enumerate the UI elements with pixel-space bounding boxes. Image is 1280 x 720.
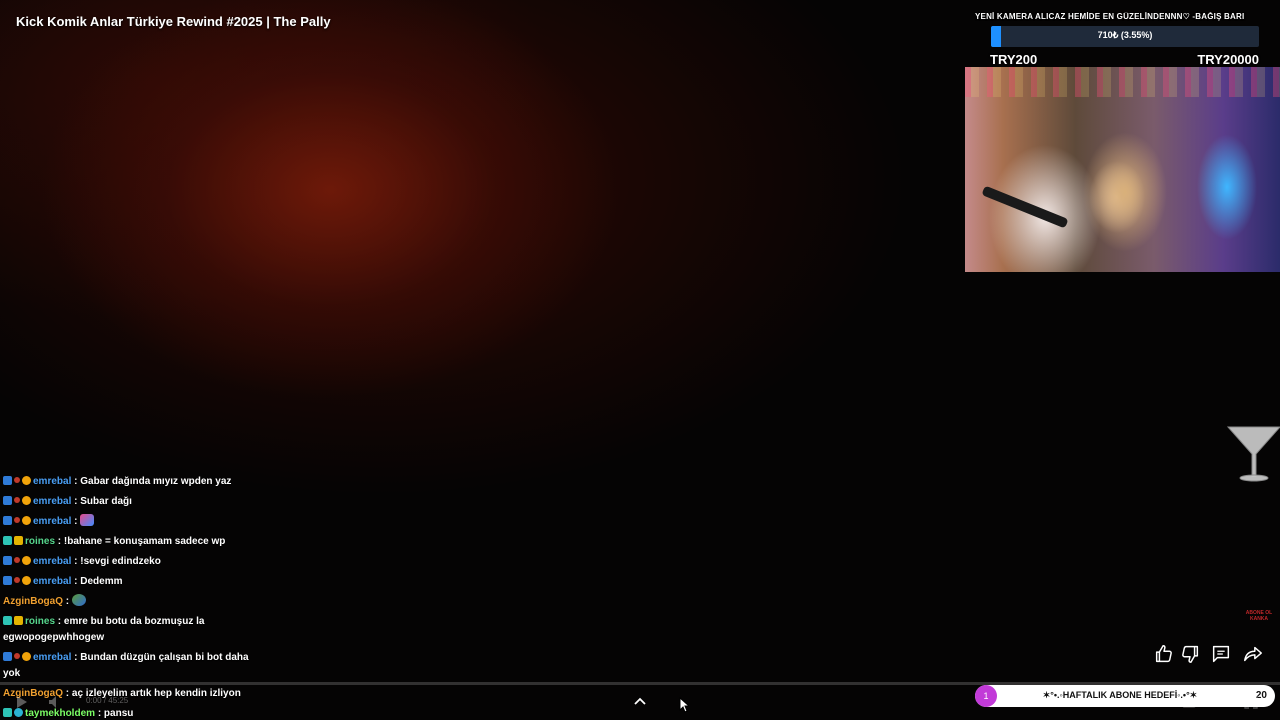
donation-goal-title: YENİ KAMERA ALICAZ HEMİDE EN GÜZELİNDENN… — [975, 12, 1245, 21]
subscribe-watermark: ABONE OL KANKA — [1245, 610, 1273, 622]
donation-goal-widget: YENİ KAMERA ALICAZ HEMİDE EN GÜZELİNDENN… — [972, 10, 1278, 70]
donation-goal-min: TRY200 — [990, 52, 1038, 67]
fullscreen-icon[interactable] — [1244, 695, 1258, 709]
chat-message: emrebal : — [0, 512, 260, 532]
red-badge-icon — [14, 497, 20, 503]
chat-text: : Subar dağı — [74, 496, 132, 507]
blue-badge-icon — [3, 576, 12, 585]
settings-gear-icon[interactable] — [1213, 695, 1227, 709]
blue-badge-icon — [3, 496, 12, 505]
red-badge-icon — [14, 557, 20, 563]
yellow-badge-icon — [14, 616, 23, 625]
chat-username[interactable]: roines — [25, 536, 55, 547]
fairy-lights — [965, 67, 1280, 97]
chat-username[interactable]: emrebal — [33, 556, 71, 567]
thumbs-down-icon[interactable] — [1179, 643, 1201, 665]
chat-text: : — [74, 516, 78, 527]
progress-bar[interactable] — [0, 682, 1280, 685]
gold-badge-icon — [22, 576, 31, 585]
video-title[interactable]: Kick Komik Anlar Türkiye Rewind #2025 | … — [16, 14, 331, 29]
red-badge-icon — [14, 477, 20, 483]
red-badge-icon — [14, 517, 20, 523]
donation-goal-progress-text: 710₺ (3.55%) — [1097, 30, 1153, 40]
captions-icon[interactable] — [1182, 695, 1196, 709]
gold-badge-icon — [22, 476, 31, 485]
chat-message: emrebal : Bundan düzgün çalışan bi bot d… — [0, 648, 260, 684]
gem-badge-icon — [3, 536, 12, 545]
thumbs-up-icon[interactable] — [1153, 643, 1175, 665]
chat-message: AzginBogaQ : — [0, 592, 260, 612]
chat-text: : — [65, 596, 70, 607]
blue-badge-icon — [3, 516, 12, 525]
chat-message: roines : emre bu botu da bozmuşuz la egw… — [0, 612, 260, 648]
chat-message: emrebal : Dedemm — [0, 572, 260, 592]
blue-badge-icon — [3, 652, 12, 661]
gold-badge-icon — [22, 496, 31, 505]
cocktail-glass-icon — [1226, 426, 1280, 482]
chat-username[interactable]: emrebal — [33, 576, 71, 587]
gold-badge-icon — [22, 652, 31, 661]
microphone — [981, 185, 1069, 229]
chat-text: : Dedemm — [74, 576, 123, 587]
yellow-badge-icon — [14, 536, 23, 545]
chat-username[interactable]: emrebal — [33, 496, 71, 507]
chat-username[interactable]: roines — [25, 616, 55, 627]
red-badge-icon — [14, 577, 20, 583]
chat-message: emrebal : Gabar dağında mıyız wpden yaz — [0, 472, 260, 492]
donation-goal-bar: 710₺ (3.55%) — [991, 26, 1259, 47]
gold-badge-icon — [22, 516, 31, 525]
chat-message: emrebal : !sevgi edindzeko — [0, 552, 260, 572]
chat-emote-icon — [71, 594, 86, 606]
chat-text: : !sevgi edindzeko — [74, 556, 161, 567]
time-label: 0:00 / 45:25 — [86, 696, 129, 705]
video-player[interactable]: Kick Komik Anlar Türkiye Rewind #2025 | … — [0, 0, 1280, 720]
player-controls: 0:00 / 45:25 — [0, 686, 1280, 720]
chat-message: roines : !bahane = konuşamam sadece wp — [0, 532, 260, 552]
chat-username[interactable]: AzginBogaQ — [3, 596, 63, 607]
play-icon[interactable] — [16, 695, 28, 709]
chat-text: : Gabar dağında mıyız wpden yaz — [74, 476, 232, 487]
comment-icon[interactable] — [1210, 643, 1232, 665]
gold-badge-icon — [22, 556, 31, 565]
chat-username[interactable]: emrebal — [33, 516, 71, 527]
share-icon[interactable] — [1242, 643, 1264, 665]
chat-text: : !bahane = konuşamam sadece wp — [57, 536, 226, 547]
webcam-feed — [965, 67, 1280, 272]
red-badge-icon — [14, 653, 20, 659]
donation-goal-max: TRY20000 — [1197, 52, 1259, 67]
chat-username[interactable]: emrebal — [33, 652, 71, 663]
mouse-cursor-icon — [679, 697, 689, 713]
chat-message: emrebal : Subar dağı — [0, 492, 260, 512]
chat-username[interactable]: emrebal — [33, 476, 71, 487]
blue-badge-icon — [3, 476, 12, 485]
chat-emote-icon — [80, 514, 95, 526]
gem-badge-icon — [3, 616, 12, 625]
chevron-up-icon[interactable] — [633, 694, 647, 708]
blue-badge-icon — [3, 556, 12, 565]
volume-icon[interactable] — [48, 695, 62, 709]
